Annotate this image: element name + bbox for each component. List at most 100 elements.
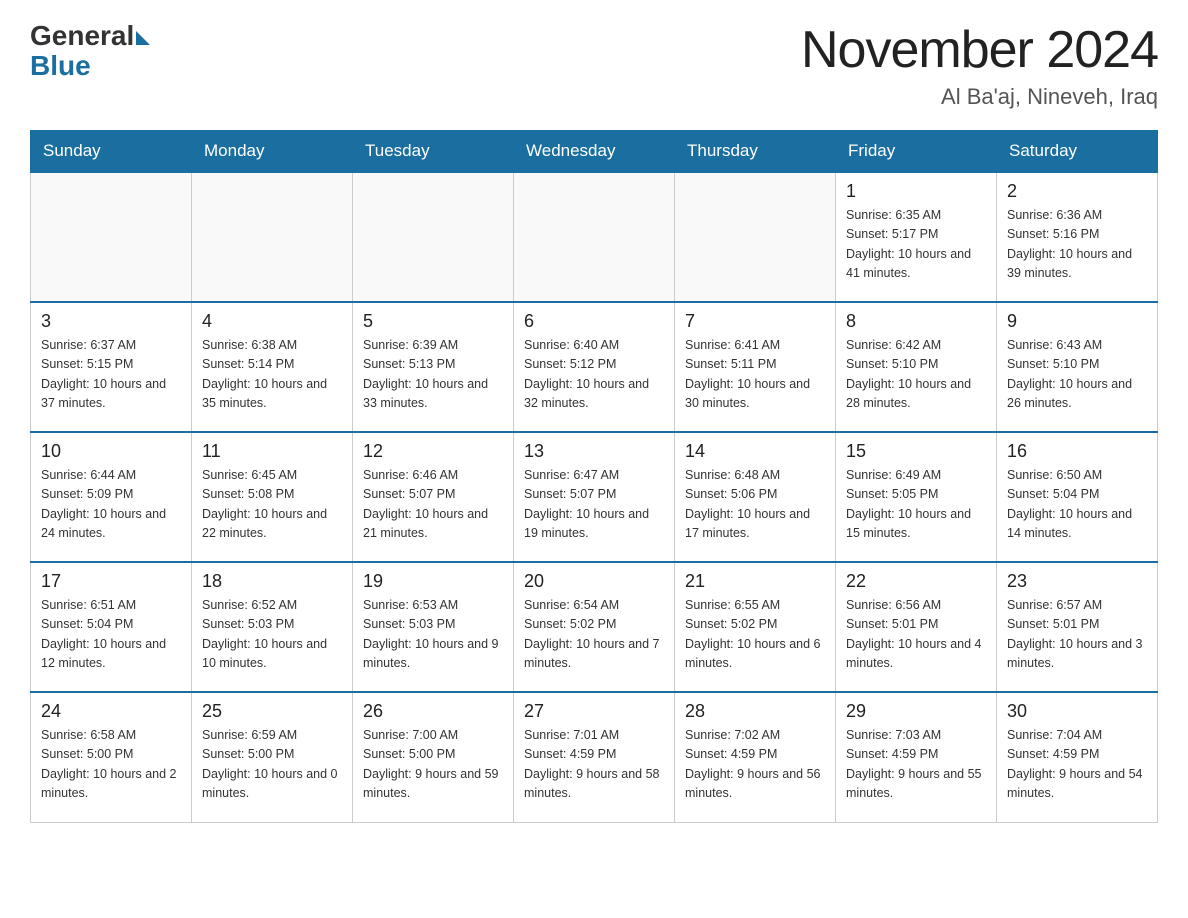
calendar-cell <box>31 172 192 302</box>
day-info: Sunrise: 6:35 AM Sunset: 5:17 PM Dayligh… <box>846 206 986 284</box>
day-number: 15 <box>846 441 986 462</box>
day-number: 25 <box>202 701 342 722</box>
day-number: 26 <box>363 701 503 722</box>
day-number: 19 <box>363 571 503 592</box>
calendar-cell: 9 Sunrise: 6:43 AM Sunset: 5:10 PM Daylig… <box>997 302 1158 432</box>
calendar-cell <box>675 172 836 302</box>
calendar-cell: 12 Sunrise: 6:46 AM Sunset: 5:07 PM Dayli… <box>353 432 514 562</box>
day-number: 8 <box>846 311 986 332</box>
day-info: Sunrise: 6:45 AM Sunset: 5:08 PM Dayligh… <box>202 466 342 544</box>
day-number: 13 <box>524 441 664 462</box>
day-number: 27 <box>524 701 664 722</box>
day-info: Sunrise: 6:52 AM Sunset: 5:03 PM Dayligh… <box>202 596 342 674</box>
day-info: Sunrise: 6:44 AM Sunset: 5:09 PM Dayligh… <box>41 466 181 544</box>
day-info: Sunrise: 6:50 AM Sunset: 5:04 PM Dayligh… <box>1007 466 1147 544</box>
day-number: 18 <box>202 571 342 592</box>
day-info: Sunrise: 6:40 AM Sunset: 5:12 PM Dayligh… <box>524 336 664 414</box>
calendar-cell: 30 Sunrise: 7:04 AM Sunset: 4:59 PM Dayli… <box>997 692 1158 822</box>
calendar-cell: 20 Sunrise: 6:54 AM Sunset: 5:02 PM Dayli… <box>514 562 675 692</box>
day-info: Sunrise: 7:00 AM Sunset: 5:00 PM Dayligh… <box>363 726 503 804</box>
title-area: November 2024 Al Ba'aj, Nineveh, Iraq <box>801 20 1158 110</box>
day-info: Sunrise: 6:43 AM Sunset: 5:10 PM Dayligh… <box>1007 336 1147 414</box>
day-number: 11 <box>202 441 342 462</box>
calendar-cell: 15Sunrise: 6:49 AM Sunset: 5:05 PM Dayli… <box>836 432 997 562</box>
header: General Blue November 2024 Al Ba'aj, Nin… <box>30 20 1158 110</box>
day-info: Sunrise: 6:57 AM Sunset: 5:01 PM Dayligh… <box>1007 596 1147 674</box>
week-row-1: 1 Sunrise: 6:35 AM Sunset: 5:17 PM Daylig… <box>31 172 1158 302</box>
day-number: 20 <box>524 571 664 592</box>
week-row-4: 17Sunrise: 6:51 AM Sunset: 5:04 PM Dayli… <box>31 562 1158 692</box>
day-number: 24 <box>41 701 181 722</box>
day-number: 30 <box>1007 701 1147 722</box>
calendar-cell <box>514 172 675 302</box>
day-number: 1 <box>846 181 986 202</box>
header-cell-tuesday: Tuesday <box>353 131 514 173</box>
calendar-cell: 28 Sunrise: 7:02 AM Sunset: 4:59 PM Dayli… <box>675 692 836 822</box>
week-row-2: 3 Sunrise: 6:37 AM Sunset: 5:15 PM Daylig… <box>31 302 1158 432</box>
day-info: Sunrise: 6:38 AM Sunset: 5:14 PM Dayligh… <box>202 336 342 414</box>
day-info: Sunrise: 6:56 AM Sunset: 5:01 PM Dayligh… <box>846 596 986 674</box>
header-cell-friday: Friday <box>836 131 997 173</box>
day-info: Sunrise: 6:41 AM Sunset: 5:11 PM Dayligh… <box>685 336 825 414</box>
day-number: 29 <box>846 701 986 722</box>
week-row-5: 24Sunrise: 6:58 AM Sunset: 5:00 PM Dayli… <box>31 692 1158 822</box>
day-number: 17 <box>41 571 181 592</box>
calendar-cell: 13 Sunrise: 6:47 AM Sunset: 5:07 PM Dayli… <box>514 432 675 562</box>
calendar-cell: 23 Sunrise: 6:57 AM Sunset: 5:01 PM Dayli… <box>997 562 1158 692</box>
day-number: 16 <box>1007 441 1147 462</box>
calendar-cell: 10Sunrise: 6:44 AM Sunset: 5:09 PM Dayli… <box>31 432 192 562</box>
calendar-cell: 16 Sunrise: 6:50 AM Sunset: 5:04 PM Dayli… <box>997 432 1158 562</box>
calendar-cell: 19Sunrise: 6:53 AM Sunset: 5:03 PM Dayli… <box>353 562 514 692</box>
calendar-table: SundayMondayTuesdayWednesdayThursdayFrid… <box>30 130 1158 823</box>
day-number: 12 <box>363 441 503 462</box>
day-info: Sunrise: 6:37 AM Sunset: 5:15 PM Dayligh… <box>41 336 181 414</box>
header-cell-wednesday: Wednesday <box>514 131 675 173</box>
logo-general-text: General <box>30 20 134 52</box>
logo: General Blue <box>30 20 150 82</box>
day-number: 22 <box>846 571 986 592</box>
day-info: Sunrise: 6:36 AM Sunset: 5:16 PM Dayligh… <box>1007 206 1147 284</box>
day-info: Sunrise: 6:46 AM Sunset: 5:07 PM Dayligh… <box>363 466 503 544</box>
day-number: 14 <box>685 441 825 462</box>
day-info: Sunrise: 6:54 AM Sunset: 5:02 PM Dayligh… <box>524 596 664 674</box>
calendar-cell: 1 Sunrise: 6:35 AM Sunset: 5:17 PM Daylig… <box>836 172 997 302</box>
calendar-cell: 5 Sunrise: 6:39 AM Sunset: 5:13 PM Daylig… <box>353 302 514 432</box>
week-row-3: 10Sunrise: 6:44 AM Sunset: 5:09 PM Dayli… <box>31 432 1158 562</box>
day-number: 5 <box>363 311 503 332</box>
day-info: Sunrise: 7:03 AM Sunset: 4:59 PM Dayligh… <box>846 726 986 804</box>
page-subtitle: Al Ba'aj, Nineveh, Iraq <box>801 84 1158 110</box>
calendar-cell: 22 Sunrise: 6:56 AM Sunset: 5:01 PM Dayli… <box>836 562 997 692</box>
header-cell-saturday: Saturday <box>997 131 1158 173</box>
calendar-cell: 18 Sunrise: 6:52 AM Sunset: 5:03 PM Dayli… <box>192 562 353 692</box>
calendar-cell: 2 Sunrise: 6:36 AM Sunset: 5:16 PM Daylig… <box>997 172 1158 302</box>
day-info: Sunrise: 6:42 AM Sunset: 5:10 PM Dayligh… <box>846 336 986 414</box>
header-cell-monday: Monday <box>192 131 353 173</box>
header-cell-thursday: Thursday <box>675 131 836 173</box>
calendar-cell: 24Sunrise: 6:58 AM Sunset: 5:00 PM Dayli… <box>31 692 192 822</box>
header-cell-sunday: Sunday <box>31 131 192 173</box>
calendar-cell: 26 Sunrise: 7:00 AM Sunset: 5:00 PM Dayli… <box>353 692 514 822</box>
day-number: 4 <box>202 311 342 332</box>
day-number: 7 <box>685 311 825 332</box>
day-number: 3 <box>41 311 181 332</box>
day-number: 9 <box>1007 311 1147 332</box>
calendar-cell: 29 Sunrise: 7:03 AM Sunset: 4:59 PM Dayli… <box>836 692 997 822</box>
day-number: 2 <box>1007 181 1147 202</box>
logo-blue-text: Blue <box>30 50 91 82</box>
day-info: Sunrise: 6:39 AM Sunset: 5:13 PM Dayligh… <box>363 336 503 414</box>
calendar-cell: 3 Sunrise: 6:37 AM Sunset: 5:15 PM Daylig… <box>31 302 192 432</box>
calendar-cell <box>353 172 514 302</box>
calendar-cell: 6Sunrise: 6:40 AM Sunset: 5:12 PM Daylig… <box>514 302 675 432</box>
calendar-cell: 25Sunrise: 6:59 AM Sunset: 5:00 PM Dayli… <box>192 692 353 822</box>
calendar-cell: 7 Sunrise: 6:41 AM Sunset: 5:11 PM Daylig… <box>675 302 836 432</box>
day-info: Sunrise: 7:02 AM Sunset: 4:59 PM Dayligh… <box>685 726 825 804</box>
calendar-cell: 8 Sunrise: 6:42 AM Sunset: 5:10 PM Daylig… <box>836 302 997 432</box>
day-info: Sunrise: 6:55 AM Sunset: 5:02 PM Dayligh… <box>685 596 825 674</box>
day-info: Sunrise: 7:04 AM Sunset: 4:59 PM Dayligh… <box>1007 726 1147 804</box>
day-info: Sunrise: 6:47 AM Sunset: 5:07 PM Dayligh… <box>524 466 664 544</box>
day-number: 23 <box>1007 571 1147 592</box>
calendar-cell: 21 Sunrise: 6:55 AM Sunset: 5:02 PM Dayli… <box>675 562 836 692</box>
day-number: 28 <box>685 701 825 722</box>
day-number: 21 <box>685 571 825 592</box>
calendar-cell <box>192 172 353 302</box>
